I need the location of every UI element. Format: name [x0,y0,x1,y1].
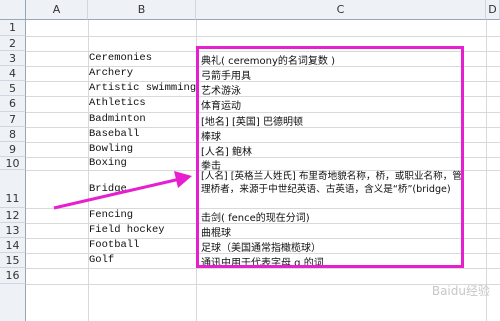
row-number: 4 [9,66,16,80]
column-header-c-label: C [336,3,345,16]
cell-b7[interactable]: Badminton [89,113,146,125]
gridline [26,36,500,37]
row-header[interactable]: 2 [0,36,26,51]
cell-b8[interactable]: Baseball [89,128,139,140]
row-number: 11 [5,192,20,205]
row-header[interactable]: 14 [0,238,26,253]
gridline [26,284,500,285]
row-number: 14 [5,238,20,252]
cell-b5[interactable]: Artistic swimming [89,82,196,94]
row-number: 3 [9,51,16,65]
row-number: 13 [5,223,20,237]
row-number: 16 [5,269,20,282]
cell-b13[interactable]: Field hockey [89,224,165,236]
arrow-icon [53,171,192,210]
row-number: 7 [9,112,16,126]
row-number: 2 [9,36,16,50]
row-header[interactable]: 16 [0,268,26,284]
select-all-corner[interactable] [0,0,26,20]
row-header[interactable]: 3 [0,51,26,66]
row-header[interactable]: 9 [0,142,26,157]
column-header-b[interactable]: B [88,0,196,20]
column-header-c[interactable]: C [196,0,486,20]
row-number: 12 [5,208,20,222]
row-header[interactable]: 6 [0,96,26,112]
row-number: 6 [9,97,16,110]
row-header[interactable]: 11 [0,170,26,208]
row-header[interactable]: 4 [0,66,26,81]
row-number: 8 [9,127,16,141]
row-number: 10 [5,156,20,170]
cell-b6[interactable]: Athletics [89,97,146,109]
row-header[interactable]: 15 [0,253,26,268]
spreadsheet: A B C D 1 2 3 4 5 6 7 8 9 10 11 12 13 14… [0,0,500,321]
row-header[interactable]: 8 [0,127,26,142]
row-header[interactable]: 10 [0,157,26,170]
row-number: 9 [9,142,16,156]
row-header[interactable]: 5 [0,81,26,96]
column-header-a-label: A [52,3,61,16]
column-header-b-label: B [137,3,146,16]
column-header-a[interactable]: A [26,0,88,20]
cell-b3[interactable]: Ceremonies [89,52,152,64]
watermark: Baidu经验 [431,284,490,298]
cell-b14[interactable]: Football [89,239,139,251]
row-header[interactable]: 7 [0,112,26,127]
row-number: 15 [5,253,20,267]
row-header[interactable]: 12 [0,208,26,223]
row-header-empty [0,284,26,321]
column-header-d-label: D [488,3,497,16]
cell-b15[interactable]: Golf [89,254,114,266]
row-header[interactable]: 1 [0,20,26,36]
row-number: 1 [9,21,16,34]
column-header-d[interactable]: D [486,0,500,20]
highlight-box [196,46,464,268]
row-header[interactable]: 13 [0,223,26,238]
row-number: 5 [9,81,16,95]
cell-b9[interactable]: Bowling [89,143,133,155]
cell-b4[interactable]: Archery [89,67,133,79]
